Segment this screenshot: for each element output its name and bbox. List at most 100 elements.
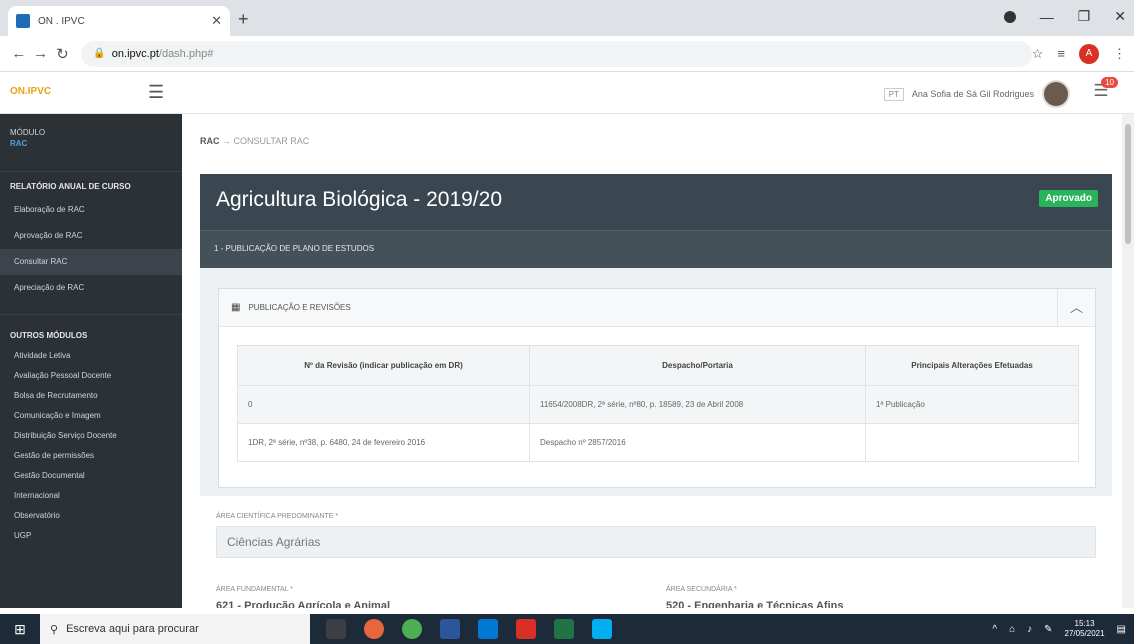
table-cell: 11654/2008DR, 2ª série, nº80, p. 18589, … <box>529 385 866 424</box>
taskbar-search-input[interactable]: ⚲ Escreva aqui para procurar <box>40 614 310 644</box>
module-block: MÓDULO RAC <box>0 114 182 172</box>
close-window-icon[interactable]: ✕ <box>1114 8 1126 25</box>
hamburger-menu-icon[interactable]: ☰ <box>148 82 164 103</box>
column-header: Despacho/Portaria <box>529 345 866 386</box>
maximize-icon[interactable]: ❐ <box>1078 8 1091 25</box>
outlook-icon[interactable] <box>478 619 498 639</box>
back-icon[interactable]: ← <box>8 45 30 62</box>
url-host: on.ipvc.pt <box>111 47 159 60</box>
tab-title: ON . IPVC <box>38 15 85 27</box>
main-content: RAC → CONSULTAR RAC Agricultura Biológic… <box>182 114 1122 608</box>
sidebar-item-documental[interactable]: Gestão Documental <box>0 466 182 486</box>
sidebar-item-apreciacao[interactable]: Apreciação de RAC <box>0 275 182 301</box>
acrobat-icon[interactable] <box>516 619 536 639</box>
sidebar-item-atividade[interactable]: Atividade Letiva <box>0 346 182 366</box>
url-input[interactable]: 🔒 on.ipvc.pt/dash.php# <box>81 40 1032 67</box>
notifications-icon[interactable]: ☰ 10 <box>1088 77 1118 107</box>
app-header: ON.IPVC ☰ PT Ana Sofia de Sá Gil Rodrigu… <box>0 72 1134 114</box>
browser-tab-bar: ON . IPVC ✕ + — ❐ ✕ <box>0 0 1134 36</box>
area-cientifica-field[interactable]: Ciências Agrárias <box>216 526 1096 558</box>
windows-start-icon[interactable]: ⊞ <box>0 621 40 638</box>
user-name[interactable]: Ana Sofia de Sá Gil Rodrigues <box>912 89 1034 99</box>
sidebar-item-distribuicao[interactable]: Distribuição Serviço Docente <box>0 426 182 446</box>
site-favicon-icon <box>16 14 30 28</box>
sidebar-item-elaboracao[interactable]: Elaboração de RAC <box>0 197 182 223</box>
clock-time: 15:13 <box>1074 619 1095 628</box>
tray-chevron-icon[interactable]: ^ <box>992 624 997 635</box>
lock-icon: 🔒 <box>93 48 106 59</box>
sidebar-item-aprovacao[interactable]: Aprovação de RAC <box>0 223 182 249</box>
table-cell <box>865 423 1079 462</box>
table-row: 1DR, 2ª série, nº38, p. 6480, 24 de feve… <box>237 423 1079 462</box>
taskbar-search-placeholder: Escreva aqui para procurar <box>66 623 199 635</box>
column-header: Principais Alterações Efetuadas <box>865 345 1079 386</box>
area-cientifica-label: ÁREA CIENTÍFICA PREDOMINANTE * <box>216 513 339 520</box>
skype-icon[interactable] <box>592 619 612 639</box>
clock-date: 27/05/2021 <box>1064 629 1105 638</box>
profile-avatar[interactable]: A <box>1079 43 1100 64</box>
language-selector[interactable]: PT <box>883 87 904 101</box>
pen-icon[interactable]: ✎ <box>1044 624 1052 635</box>
area-secundaria-field[interactable]: 520 - Engenharia e Técnicas Afins <box>666 600 844 608</box>
chevron-up-icon[interactable]: ︿ <box>1057 289 1095 327</box>
notifications-center-icon[interactable]: ▤ <box>1117 624 1126 635</box>
column-header: Nº da Revisão (indicar publicação em DR) <box>237 345 530 386</box>
sidebar-item-consultar[interactable]: Consultar RAC <box>0 249 182 275</box>
revisions-panel: ▦ PUBLICAÇÃO E REVISÕES ︿ Nº da Revisão … <box>218 288 1096 488</box>
panel-title: PUBLICAÇÃO E REVISÕES <box>248 303 351 312</box>
excel-icon[interactable] <box>554 619 574 639</box>
word-icon[interactable] <box>440 619 460 639</box>
sidebar-section-outros[interactable]: OUTROS MÓDULOS <box>0 321 182 346</box>
menu-kebab-icon[interactable]: ⋮ <box>1113 46 1126 62</box>
forward-icon[interactable]: → <box>30 45 52 62</box>
sidebar-item-comunicacao[interactable]: Comunicação e Imagem <box>0 406 182 426</box>
close-tab-icon[interactable]: ✕ <box>211 13 222 29</box>
browser-tab[interactable]: ON . IPVC ✕ <box>8 6 230 36</box>
breadcrumb-separator: → <box>222 136 234 146</box>
volume-icon[interactable]: ♪ <box>1027 624 1032 635</box>
reload-icon[interactable]: ↻ <box>52 45 74 63</box>
course-card-header: Agricultura Biológica - 2019/20 Aprovado <box>200 174 1112 230</box>
table-cell: Despacho nº 2857/2016 <box>529 423 866 462</box>
minimize-icon[interactable]: — <box>1040 9 1054 25</box>
network-icon[interactable]: ⌂ <box>1009 624 1015 635</box>
url-path: /dash.php# <box>158 47 214 60</box>
playlist-icon[interactable]: ≡ <box>1057 46 1065 61</box>
sidebar-section-rac[interactable]: RELATÓRIO ANUAL DE CURSO <box>0 172 182 197</box>
breadcrumb-home[interactable]: RAC <box>200 136 220 146</box>
windows-taskbar: ⊞ ⚲ Escreva aqui para procurar ^ ⌂ ♪ ✎ 1… <box>0 614 1134 644</box>
new-tab-icon[interactable]: + <box>238 9 249 30</box>
star-icon[interactable]: ☆ <box>1032 46 1044 62</box>
sidebar-item-observatorio[interactable]: Observatório <box>0 506 182 526</box>
address-bar-row: ← → ↻ 🔒 on.ipvc.pt/dash.php# ☆ ≡ A ⋮ <box>0 36 1134 72</box>
section-body: ▦ PUBLICAÇÃO E REVISÕES ︿ Nº da Revisão … <box>200 268 1112 496</box>
app-logo[interactable]: ON.IPVC <box>10 86 51 97</box>
sidebar-item-ugp[interactable]: UGP <box>0 526 182 546</box>
panel-header: ▦ PUBLICAÇÃO E REVISÕES <box>219 289 1095 327</box>
chrome-icon[interactable] <box>402 619 422 639</box>
sidebar-item-permissoes[interactable]: Gestão de permissões <box>0 446 182 466</box>
firefox-icon[interactable] <box>364 619 384 639</box>
table-icon: ▦ <box>231 302 241 313</box>
task-view-icon[interactable] <box>326 619 346 639</box>
module-value: RAC <box>10 139 28 148</box>
area-fundamental-label: ÁREA FUNDAMENTAL * <box>216 586 294 593</box>
record-icon[interactable] <box>1003 10 1016 23</box>
revisions-table: Nº da Revisão (indicar publicação em DR)… <box>237 345 1079 462</box>
taskbar-clock[interactable]: 15:13 27/05/2021 <box>1065 619 1105 639</box>
table-cell: 0 <box>237 385 530 424</box>
scrollbar-thumb[interactable] <box>1125 124 1131 244</box>
area-fundamental-field[interactable]: 621 - Produção Agrícola e Animal <box>216 600 390 608</box>
breadcrumb: RAC → CONSULTAR RAC <box>200 136 309 146</box>
page-title: Agricultura Biológica - 2019/20 <box>216 188 503 211</box>
sidebar-item-internacional[interactable]: Internacional <box>0 486 182 506</box>
page-scrollbar[interactable] <box>1122 114 1134 608</box>
notification-badge: 10 <box>1101 77 1118 88</box>
avatar[interactable] <box>1042 80 1070 108</box>
sidebar-item-bolsa[interactable]: Bolsa de Recrutamento <box>0 386 182 406</box>
sidebar-item-avaliacao[interactable]: Avaliação Pessoal Docente <box>0 366 182 386</box>
area-secundaria-label: ÁREA SECUNDÁRIA * <box>666 586 737 593</box>
breadcrumb-current: CONSULTAR RAC <box>233 136 310 146</box>
section-header: 1 - PUBLICAÇÃO DE PLANO DE ESTUDOS <box>200 230 1112 268</box>
table-row: 0 11654/2008DR, 2ª série, nº80, p. 18589… <box>237 385 1079 424</box>
